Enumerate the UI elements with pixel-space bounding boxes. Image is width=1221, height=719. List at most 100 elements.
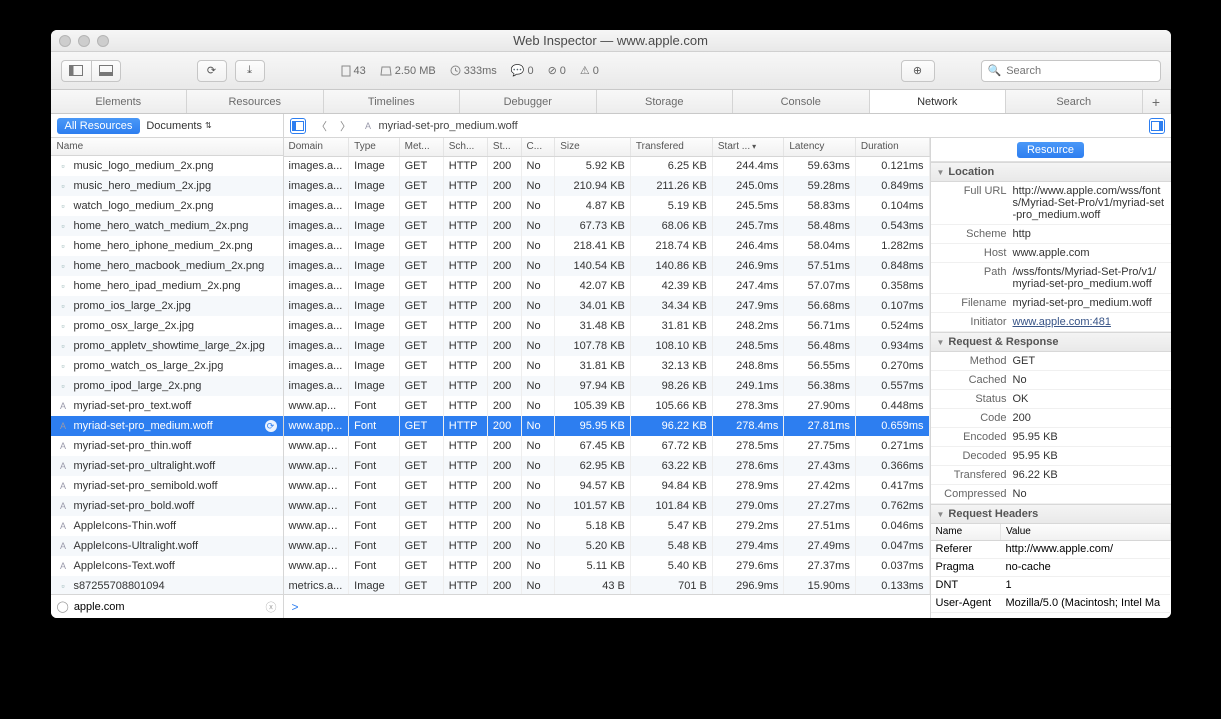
column-header[interactable]: Size — [555, 138, 631, 156]
list-item[interactable]: AAppleIcons-Thin.woff — [51, 516, 283, 536]
download-button[interactable]: ⤓ — [235, 60, 265, 82]
inspect-element-button[interactable]: ⊕ — [901, 60, 935, 82]
toggle-left-sidebar-button[interactable] — [290, 118, 306, 134]
forward-button[interactable]: 〉 — [338, 118, 354, 134]
request-headers-section-header[interactable]: Request Headers — [931, 504, 1171, 524]
list-item[interactable]: Amyriad-set-pro_ultralight.woff — [51, 456, 283, 476]
name-column-header[interactable]: Name — [51, 138, 283, 156]
list-item[interactable]: ▫watch_logo_medium_2x.png — [51, 196, 283, 216]
toolbar-search[interactable]: 🔍 — [981, 60, 1161, 82]
image-icon: ▫ — [57, 580, 70, 593]
list-item[interactable]: ▫promo_osx_large_2x.jpg — [51, 316, 283, 336]
file-list[interactable]: ▫music_logo_medium_2x.png▫music_hero_med… — [51, 156, 283, 594]
column-header[interactable]: Type — [349, 138, 399, 156]
filter-input[interactable] — [74, 601, 261, 613]
list-item[interactable]: ▫music_logo_medium_2x.png — [51, 156, 283, 176]
tab-debugger[interactable]: Debugger — [460, 90, 597, 113]
font-icon: A — [57, 540, 70, 553]
list-item[interactable]: ▫home_hero_ipad_medium_2x.png — [51, 276, 283, 296]
list-item[interactable]: Amyriad-set-pro_bold.woff — [51, 496, 283, 516]
table-row[interactable]: metrics.a...ImageGETHTTP200No43 B701 B29… — [284, 576, 930, 594]
column-header[interactable]: Sch... — [443, 138, 487, 156]
table-row[interactable]: images.a...ImageGETHTTP200No31.48 KB31.8… — [284, 316, 930, 336]
font-icon: A — [57, 480, 70, 493]
table-row[interactable]: images.a...ImageGETHTTP200No97.94 KB98.2… — [284, 376, 930, 396]
table-row[interactable]: www.app...FontGETHTTP200No95.95 KB96.22 … — [284, 416, 930, 436]
table-row[interactable]: images.a...ImageGETHTTP200No4.87 KB5.19 … — [284, 196, 930, 216]
header-col[interactable]: Name — [931, 524, 1001, 540]
tab-storage[interactable]: Storage — [597, 90, 734, 113]
tab-timelines[interactable]: Timelines — [324, 90, 461, 113]
font-icon: A — [57, 500, 70, 513]
table-row[interactable]: images.a...ImageGETHTTP200No67.73 KB68.0… — [284, 216, 930, 236]
location-section-header[interactable]: Location — [931, 162, 1171, 182]
close-icon[interactable] — [59, 35, 71, 47]
new-tab-button[interactable]: + — [1143, 90, 1171, 113]
initiator-link[interactable]: www.apple.com:481 — [1013, 316, 1111, 328]
column-header[interactable]: Transfered — [630, 138, 712, 156]
table-row[interactable]: images.a...ImageGETHTTP200No140.54 KB140… — [284, 256, 930, 276]
tab-elements[interactable]: Elements — [51, 90, 188, 113]
column-header[interactable]: Domain — [284, 138, 349, 156]
search-input[interactable] — [1006, 65, 1153, 77]
table-row[interactable]: www.apple...FontGETHTTP200No5.20 KB5.48 … — [284, 536, 930, 556]
list-item[interactable]: Amyriad-set-pro_medium.woff⟳ — [51, 416, 283, 436]
list-item[interactable]: ▫home_hero_macbook_medium_2x.png — [51, 256, 283, 276]
table-row[interactable]: images.a...ImageGETHTTP200No5.92 KB6.25 … — [284, 156, 930, 176]
reqresp-section-header[interactable]: Request & Response — [931, 332, 1171, 352]
table-row[interactable]: www.apple...FontGETHTTP200No5.11 KB5.40 … — [284, 556, 930, 576]
tab-console[interactable]: Console — [733, 90, 870, 113]
font-icon: A — [57, 400, 70, 413]
zoom-icon[interactable] — [97, 35, 109, 47]
tab-resources[interactable]: Resources — [187, 90, 324, 113]
list-item[interactable]: Amyriad-set-pro_text.woff — [51, 396, 283, 416]
list-item[interactable]: ▫music_hero_medium_2x.jpg — [51, 176, 283, 196]
table-row[interactable]: images.a...ImageGETHTTP200No34.01 KB34.3… — [284, 296, 930, 316]
column-header[interactable]: St... — [487, 138, 521, 156]
dock-side-button[interactable] — [61, 60, 91, 82]
column-header[interactable]: Met... — [399, 138, 443, 156]
breadcrumb[interactable]: A myriad-set-pro_medium.woff — [362, 119, 518, 132]
list-item[interactable]: AAppleIcons-Text.woff — [51, 556, 283, 576]
table-row[interactable]: www.apple...FontGETHTTP200No94.57 KB94.8… — [284, 476, 930, 496]
list-item[interactable]: ▫promo_ios_large_2x.jpg — [51, 296, 283, 316]
table-row[interactable]: images.a...ImageGETHTTP200No218.41 KB218… — [284, 236, 930, 256]
list-item[interactable]: ▫promo_watch_os_large_2x.jpg — [51, 356, 283, 376]
list-item[interactable]: ▫promo_appletv_showtime_large_2x.jpg — [51, 336, 283, 356]
dock-bottom-button[interactable] — [91, 60, 121, 82]
table-row[interactable]: www.apple...FontGETHTTP200No62.95 KB63.2… — [284, 456, 930, 476]
table-row[interactable]: images.a...ImageGETHTTP200No210.94 KB211… — [284, 176, 930, 196]
tab-network[interactable]: Network — [870, 90, 1007, 113]
table-row[interactable]: www.ap...FontGETHTTP200No105.39 KB105.66… — [284, 396, 930, 416]
table-row[interactable]: www.apple...FontGETHTTP200No101.57 KB101… — [284, 496, 930, 516]
clear-filter-button[interactable]: ⓧ — [266, 599, 277, 615]
table-row[interactable]: images.a...ImageGETHTTP200No31.81 KB32.1… — [284, 356, 930, 376]
column-header[interactable]: Latency — [784, 138, 855, 156]
list-item[interactable]: Amyriad-set-pro_thin.woff — [51, 436, 283, 456]
column-header[interactable]: C... — [521, 138, 555, 156]
resource-tab-pill[interactable]: Resource — [1017, 142, 1084, 158]
table-row[interactable]: www.apple...FontGETHTTP200No5.18 KB5.47 … — [284, 516, 930, 536]
toggle-right-sidebar-button[interactable] — [1149, 118, 1165, 134]
table-row[interactable]: images.a...ImageGETHTTP200No42.07 KB42.3… — [284, 276, 930, 296]
reload-button[interactable]: ⟳ — [197, 60, 227, 82]
list-item[interactable]: Amyriad-set-pro_semibold.woff — [51, 476, 283, 496]
network-grid[interactable]: DomainTypeMet...Sch...St...C...SizeTrans… — [284, 138, 930, 594]
scope-dropdown[interactable]: Documents ⇅ — [146, 120, 211, 132]
back-button[interactable]: 〈 — [314, 118, 330, 134]
list-item[interactable]: ▫s87255708801094 — [51, 576, 283, 594]
console-prompt[interactable]: > — [284, 594, 930, 618]
tab-search[interactable]: Search — [1006, 90, 1143, 113]
minimize-icon[interactable] — [78, 35, 90, 47]
full-url-label: Full URL — [937, 185, 1007, 221]
table-row[interactable]: www.apple...FontGETHTTP200No67.45 KB67.7… — [284, 436, 930, 456]
column-header[interactable]: Start ... — [712, 138, 783, 156]
list-item[interactable]: ▫home_hero_iphone_medium_2x.png — [51, 236, 283, 256]
resource-filter-pill[interactable]: All Resources — [57, 118, 141, 134]
list-item[interactable]: AAppleIcons-Ultralight.woff — [51, 536, 283, 556]
table-row[interactable]: images.a...ImageGETHTTP200No107.78 KB108… — [284, 336, 930, 356]
list-item[interactable]: ▫home_hero_watch_medium_2x.png — [51, 216, 283, 236]
header-col[interactable]: Value — [1001, 524, 1171, 540]
column-header[interactable]: Duration — [855, 138, 929, 156]
list-item[interactable]: ▫promo_ipod_large_2x.png — [51, 376, 283, 396]
